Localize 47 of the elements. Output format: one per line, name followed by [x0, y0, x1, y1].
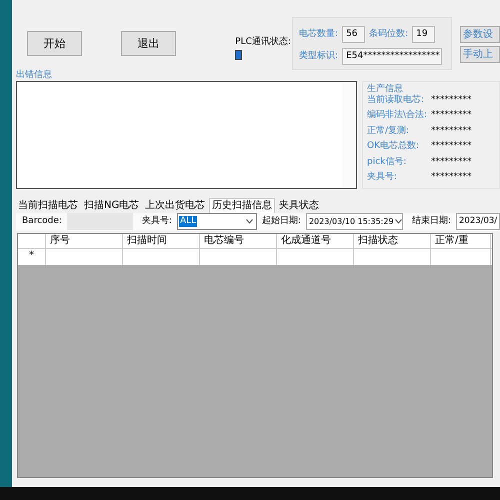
info-value: ********* [431, 156, 472, 169]
section-title: 出错信息 [16, 70, 53, 81]
tab[interactable]: 扫描NG电芯 [82, 198, 142, 213]
field-label: 条码位数: [369, 29, 408, 40]
tab[interactable]: 历史扫描信息 [209, 198, 276, 213]
info-label: pick信号: [367, 156, 408, 169]
column-header: 正常/重 [431, 234, 491, 248]
info-label: 编码非法\合法: [367, 110, 428, 122]
column-header: 扫描状态 [354, 234, 431, 248]
filter-label: 夹具号: [142, 216, 172, 228]
caret-icon [394, 219, 402, 224]
column-header: 化成通道号 [277, 234, 354, 248]
column-header: 电芯编号 [200, 234, 277, 248]
caret-icon [246, 219, 253, 224]
filter-label: 起始日期: [262, 216, 301, 228]
end-date-picker[interactable]: 2023/03/ [456, 213, 500, 230]
info-label: 当前读取电芯: [367, 94, 426, 107]
info-label: OK电芯总数: [367, 141, 420, 154]
info-label: 正常/复测: [367, 126, 410, 138]
field-label: 类型标识: [299, 51, 338, 62]
start-date-picker[interactable]: 2023/03/10 15:35:29 [306, 213, 403, 230]
start-button[interactable]: 开始 [27, 31, 82, 56]
input-field: E54***************** [342, 48, 442, 65]
exit-button[interactable]: 退出 [121, 31, 176, 56]
input-field: 19 [412, 26, 436, 43]
tab[interactable]: 当前扫描电芯 [16, 198, 80, 213]
info-value: ********* [431, 172, 472, 184]
scrollbar[interactable] [342, 82, 356, 188]
date-value: 2023/03/ [459, 216, 498, 226]
column-header: 扫描时间 [123, 234, 200, 248]
filter-label: Barcode: [22, 216, 62, 228]
info-value: ********* [431, 126, 472, 138]
info-label: 夹具号: [367, 172, 398, 184]
tab[interactable]: 夹具状态 [277, 198, 322, 213]
column-header: 序号 [46, 234, 123, 248]
tab[interactable]: 上次出货电芯 [143, 198, 208, 213]
input-field: 56 [342, 26, 366, 43]
filter-label: 结束日期: [412, 216, 451, 228]
info-value: ********* [431, 110, 472, 122]
info-value: ********* [431, 141, 472, 154]
info-value: ********* [431, 94, 472, 107]
field-label: 电芯数量: [299, 29, 338, 40]
section-title: 生产信息 [367, 84, 404, 94]
dropdown-value: ALL [178, 216, 198, 228]
date-value: 2023/03/10 15:35:29 [308, 217, 394, 227]
plc-status-label: PLC通讯状态: [235, 37, 292, 48]
fixture-dropdown[interactable]: ALL [176, 213, 257, 230]
